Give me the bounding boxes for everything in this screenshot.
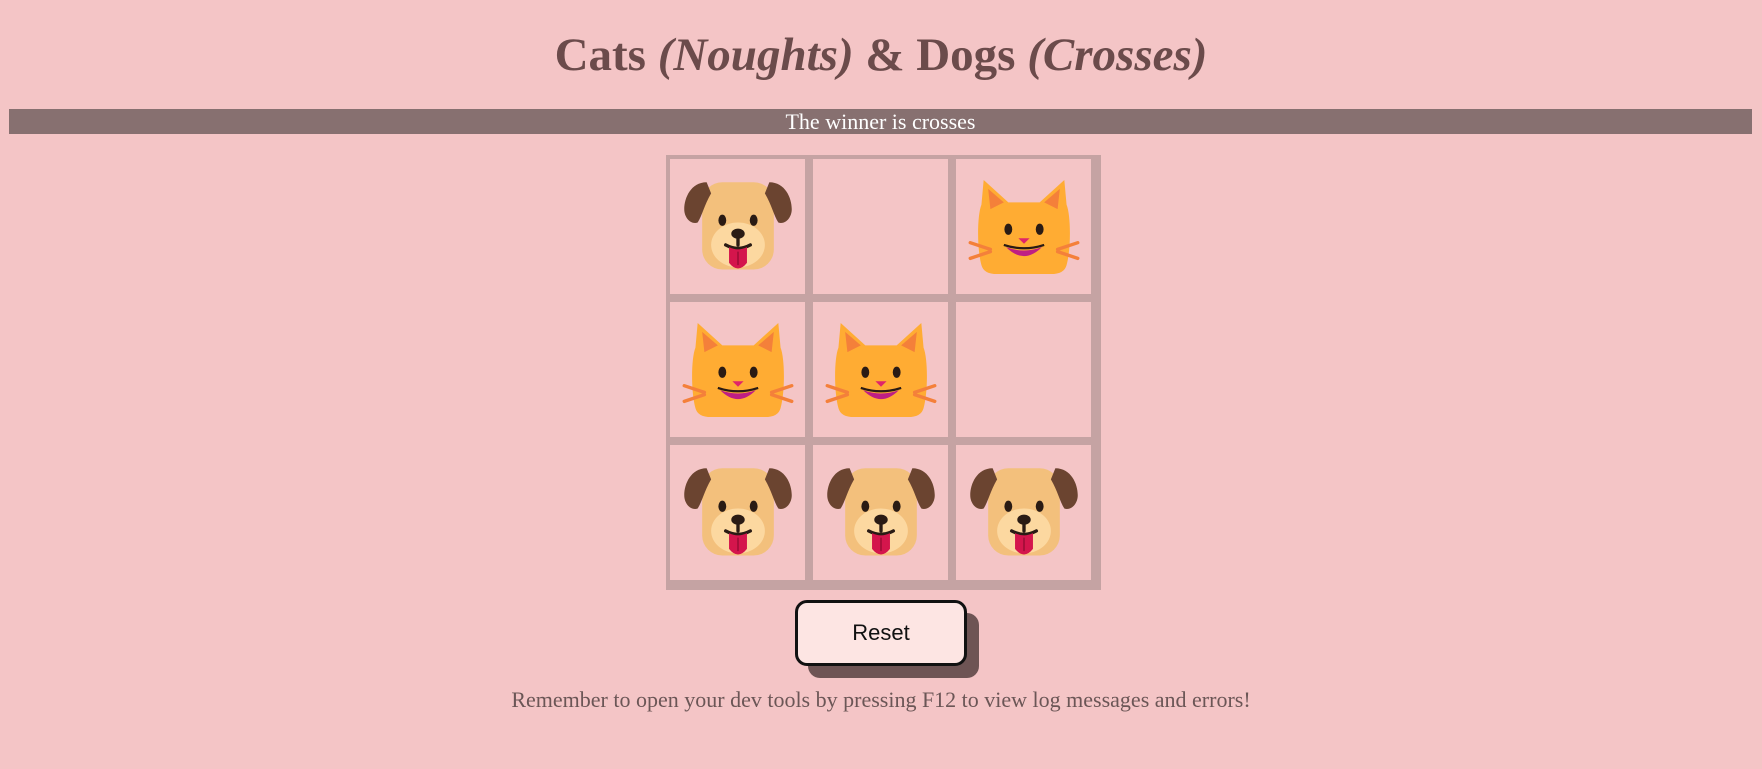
cat-face-icon bbox=[968, 171, 1080, 283]
dog-face-icon bbox=[825, 457, 937, 569]
reset-wrapper: Reset bbox=[795, 600, 979, 678]
board-cell-7[interactable] bbox=[668, 443, 807, 582]
page-title: Cats (Noughts) & Dogs (Crosses) bbox=[0, 24, 1762, 86]
board-cell-3[interactable] bbox=[954, 157, 1093, 296]
board-cell-9[interactable] bbox=[954, 443, 1093, 582]
title-cats: Cats bbox=[554, 29, 658, 81]
game-board bbox=[666, 155, 1101, 590]
cat-face-icon bbox=[682, 314, 794, 426]
dog-face-icon bbox=[682, 457, 794, 569]
dog-face-icon bbox=[682, 171, 794, 283]
title-crosses: (Crosses) bbox=[1027, 29, 1208, 81]
board-cell-5[interactable] bbox=[811, 300, 950, 439]
title-dogs: & Dogs bbox=[853, 29, 1028, 81]
reset-button[interactable]: Reset bbox=[795, 600, 967, 666]
board-cell-6[interactable] bbox=[954, 300, 1093, 439]
board-cell-1[interactable] bbox=[668, 157, 807, 296]
board-cell-2[interactable] bbox=[811, 157, 950, 296]
status-bar: The winner is crosses bbox=[9, 109, 1752, 134]
board-cell-4[interactable] bbox=[668, 300, 807, 439]
title-noughts: (Noughts) bbox=[657, 29, 854, 81]
cat-face-icon bbox=[825, 314, 937, 426]
board-cell-8[interactable] bbox=[811, 443, 950, 582]
dev-tools-hint: Remember to open your dev tools by press… bbox=[511, 687, 1251, 712]
dog-face-icon bbox=[968, 457, 1080, 569]
